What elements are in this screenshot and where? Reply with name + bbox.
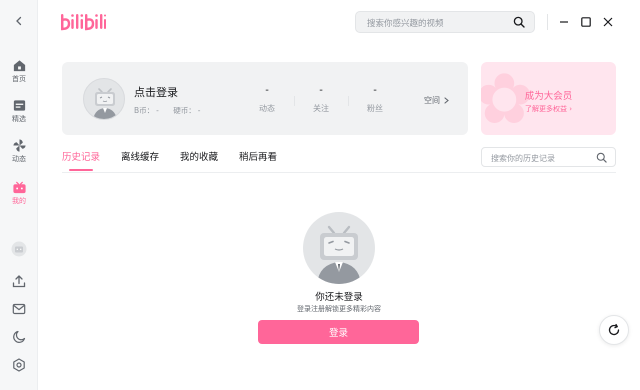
maximize-button[interactable] xyxy=(579,15,593,29)
login-button[interactable]: 登录 xyxy=(258,320,419,344)
dynamic-icon xyxy=(12,139,26,152)
tab-favorites[interactable]: 我的收藏 xyxy=(180,152,218,164)
sidebar-item-label: 我的 xyxy=(12,197,26,205)
minimize-button[interactable] xyxy=(557,15,571,29)
empty-state-subtitle: 登录注册解锁更多精彩内容 xyxy=(297,305,381,313)
history-search-input[interactable]: 搜索你的历史记录 xyxy=(481,147,616,167)
space-link[interactable]: 空间 xyxy=(424,95,450,106)
coin-label: 硬币： xyxy=(173,106,196,115)
sidebar-item-featured[interactable]: 精选 xyxy=(0,98,38,123)
coin-value: - xyxy=(197,106,201,115)
theme-moon-icon xyxy=(13,330,26,343)
search-placeholder: 搜索你感兴趣的视频 xyxy=(367,19,444,29)
settings-icon xyxy=(13,358,25,372)
refresh-button[interactable] xyxy=(599,315,629,345)
stat-value: - xyxy=(265,85,269,96)
space-label: 空间 xyxy=(424,96,440,105)
left-rail: 首页 精选 动态 我的 xyxy=(0,0,38,390)
empty-state-title: 你还未登录 xyxy=(315,292,363,303)
home-icon xyxy=(13,60,25,72)
upload-icon xyxy=(12,275,26,288)
user-avatar[interactable] xyxy=(11,241,27,257)
stat-dynamic[interactable]: - 动态 xyxy=(247,85,287,114)
my-tv-icon xyxy=(12,181,26,194)
vip-card[interactable]: ✿ 成为大会员 了解更多权益 › xyxy=(481,62,616,135)
stat-following[interactable]: - 关注 xyxy=(301,85,341,114)
close-button[interactable] xyxy=(601,15,615,29)
settings-button[interactable] xyxy=(11,357,27,373)
stat-value: - xyxy=(373,85,377,96)
chevron-right-icon xyxy=(444,97,449,104)
avatar-icon xyxy=(11,241,27,257)
sidebar-item-my[interactable]: 我的 xyxy=(0,180,38,205)
chevron-left-icon xyxy=(16,16,22,26)
vip-subtitle[interactable]: 了解更多权益 › xyxy=(481,104,616,114)
tabs-divider xyxy=(62,172,616,173)
toolbar-divider xyxy=(547,14,548,30)
close-icon xyxy=(603,17,613,27)
tab-watch-later[interactable]: 稍后再看 xyxy=(239,152,277,164)
sidebar-item-label: 动态 xyxy=(12,155,26,163)
login-prompt[interactable]: 点击登录 xyxy=(134,84,178,100)
sidebar-item-label: 精选 xyxy=(12,115,26,123)
search-icon[interactable] xyxy=(596,152,607,163)
coin-info: B币： - 硬币： - xyxy=(134,105,202,116)
tab-history[interactable]: 历史记录 xyxy=(62,152,100,171)
tab-offline-cache[interactable]: 离线缓存 xyxy=(121,152,159,164)
sidebar-item-dynamic[interactable]: 动态 xyxy=(0,138,38,163)
stat-divider xyxy=(294,96,295,106)
search-box[interactable]: 搜索你感兴趣的视频 xyxy=(355,11,535,33)
profile-card: 点击登录 B币： - 硬币： - - 动态 - 关注 - 粉丝 空间 xyxy=(62,62,468,135)
sidebar-item-home[interactable]: 首页 xyxy=(0,58,38,83)
content-tabs: 历史记录 离线缓存 我的收藏 稍后再看 xyxy=(62,152,298,171)
stat-label: 动态 xyxy=(259,104,275,113)
empty-state-illustration xyxy=(303,212,375,284)
tv-mascot-icon xyxy=(93,88,117,119)
b-coin-label: B币： xyxy=(134,106,155,115)
maximize-icon xyxy=(581,17,591,27)
profile-avatar[interactable] xyxy=(83,78,125,120)
featured-icon xyxy=(13,100,25,111)
stat-label: 关注 xyxy=(313,104,329,113)
vip-title: 成为大会员 xyxy=(524,91,573,102)
tv-mascot-icon xyxy=(317,225,361,284)
back-button[interactable] xyxy=(11,13,27,29)
minimize-icon xyxy=(560,21,568,23)
stat-value: - xyxy=(319,85,323,96)
upload-button[interactable] xyxy=(11,273,27,289)
theme-toggle[interactable] xyxy=(11,329,27,345)
stat-divider xyxy=(348,96,349,106)
stat-followers[interactable]: - 粉丝 xyxy=(355,85,395,114)
b-coin-value: - xyxy=(156,106,159,115)
history-search-placeholder: 搜索你的历史记录 xyxy=(491,154,555,163)
bilibili-logo xyxy=(61,14,106,31)
refresh-icon xyxy=(608,323,620,336)
search-icon[interactable] xyxy=(513,16,525,28)
sidebar-item-label: 首页 xyxy=(12,75,26,83)
stat-label: 粉丝 xyxy=(367,104,383,113)
